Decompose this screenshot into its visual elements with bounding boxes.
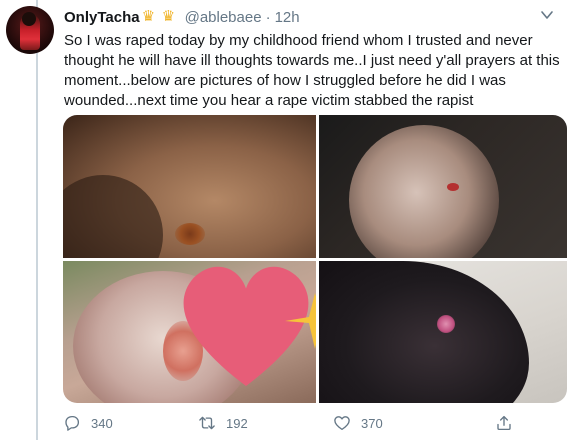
like-count: 370 bbox=[361, 415, 383, 431]
timestamp[interactable]: 12h bbox=[275, 9, 300, 26]
photo-spot bbox=[437, 315, 455, 333]
crown-icon: ♛ bbox=[161, 8, 176, 25]
media-grid bbox=[63, 115, 567, 403]
tweet-header: OnlyTacha ♛ ♛ @ablebaee · 12h bbox=[64, 7, 300, 27]
reply-button[interactable]: 340 bbox=[63, 411, 113, 435]
photo-wound bbox=[175, 223, 205, 245]
avatar[interactable] bbox=[6, 6, 54, 54]
share-button[interactable] bbox=[495, 411, 523, 435]
more-options-button[interactable] bbox=[540, 8, 560, 22]
share-icon bbox=[497, 415, 511, 431]
star-sticker bbox=[285, 293, 316, 349]
tweet-text: So I was raped today by my childhood fri… bbox=[64, 32, 560, 109]
reply-count: 340 bbox=[91, 415, 113, 431]
photo-scrape bbox=[447, 183, 459, 191]
photo-knee bbox=[349, 125, 499, 258]
tweet-actions: 340 192 370 bbox=[63, 411, 513, 435]
retweet-count: 192 bbox=[226, 415, 248, 431]
like-button[interactable]: 370 bbox=[333, 411, 383, 435]
photo-2[interactable] bbox=[319, 115, 567, 258]
user-handle[interactable]: @ablebaee bbox=[185, 9, 262, 26]
retweet-icon bbox=[199, 416, 215, 430]
chevron-down-icon bbox=[541, 11, 553, 19]
retweet-button[interactable]: 192 bbox=[198, 411, 248, 435]
reply-icon bbox=[65, 415, 80, 431]
avatar-head bbox=[22, 12, 36, 26]
crown-icon: ♛ bbox=[141, 8, 156, 25]
separator: · bbox=[265, 8, 271, 26]
photo-1[interactable] bbox=[63, 115, 316, 258]
photo-sock bbox=[319, 261, 529, 403]
heart-icon bbox=[334, 416, 350, 431]
photo-3[interactable] bbox=[63, 261, 316, 403]
display-name[interactable]: OnlyTacha bbox=[64, 9, 140, 26]
tweet[interactable]: OnlyTacha ♛ ♛ @ablebaee · 12h So I was r… bbox=[0, 0, 578, 440]
photo-shadow bbox=[63, 175, 163, 258]
photo-4[interactable] bbox=[319, 261, 567, 403]
